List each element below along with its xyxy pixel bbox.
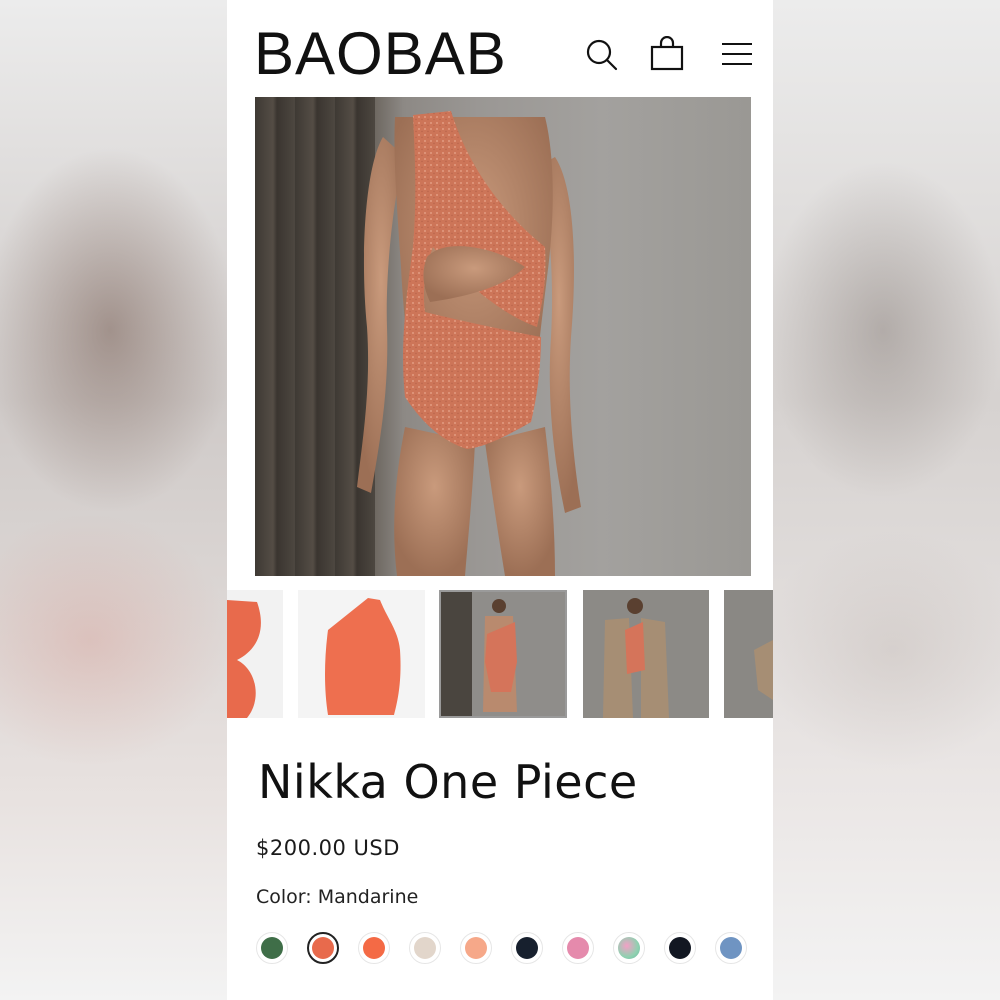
color-swatch[interactable] xyxy=(460,932,492,964)
color-swatch-dot xyxy=(312,937,334,959)
background-blur-right xyxy=(773,0,1000,1000)
thumbnail-1[interactable] xyxy=(227,590,283,718)
thumbnail-4[interactable] xyxy=(583,590,709,718)
site-header: BAOBAB xyxy=(227,0,773,96)
color-swatches xyxy=(256,930,756,966)
color-label: Color: Mandarine xyxy=(256,886,419,908)
color-swatch-dot xyxy=(720,937,742,959)
thumbnail-5[interactable] xyxy=(724,590,773,718)
color-swatch[interactable] xyxy=(358,932,390,964)
color-swatch[interactable] xyxy=(562,932,594,964)
color-swatch-dot xyxy=(516,937,538,959)
shopping-bag-icon[interactable] xyxy=(649,36,685,72)
color-swatch-dot xyxy=(414,937,436,959)
color-swatch[interactable] xyxy=(715,932,747,964)
background-blur-left xyxy=(0,0,227,1000)
color-swatch[interactable] xyxy=(664,932,696,964)
product-title: Nikka One Piece xyxy=(258,755,638,809)
color-swatch-dot xyxy=(465,937,487,959)
color-swatch-dot xyxy=(261,937,283,959)
color-swatch[interactable] xyxy=(409,932,441,964)
product-page: BAOBAB Nikka One Piece $200.00 USD Color… xyxy=(227,0,773,1000)
thumbnail-gallery xyxy=(227,590,773,718)
model-figure xyxy=(357,111,581,576)
product-main-image[interactable] xyxy=(255,97,751,576)
color-swatch-dot xyxy=(363,937,385,959)
color-swatch[interactable] xyxy=(613,932,645,964)
color-swatch-dot xyxy=(669,937,691,959)
color-swatch[interactable] xyxy=(256,932,288,964)
menu-icon[interactable] xyxy=(719,36,755,72)
search-icon[interactable] xyxy=(583,36,619,72)
brand-logo[interactable]: BAOBAB xyxy=(254,18,507,90)
color-swatch[interactable] xyxy=(307,932,339,964)
product-price: $200.00 USD xyxy=(256,836,400,860)
color-swatch[interactable] xyxy=(511,932,543,964)
color-swatch-dot xyxy=(618,937,640,959)
thumbnail-3[interactable] xyxy=(439,590,567,718)
thumbnail-2[interactable] xyxy=(298,590,425,718)
color-swatch-dot xyxy=(567,937,589,959)
